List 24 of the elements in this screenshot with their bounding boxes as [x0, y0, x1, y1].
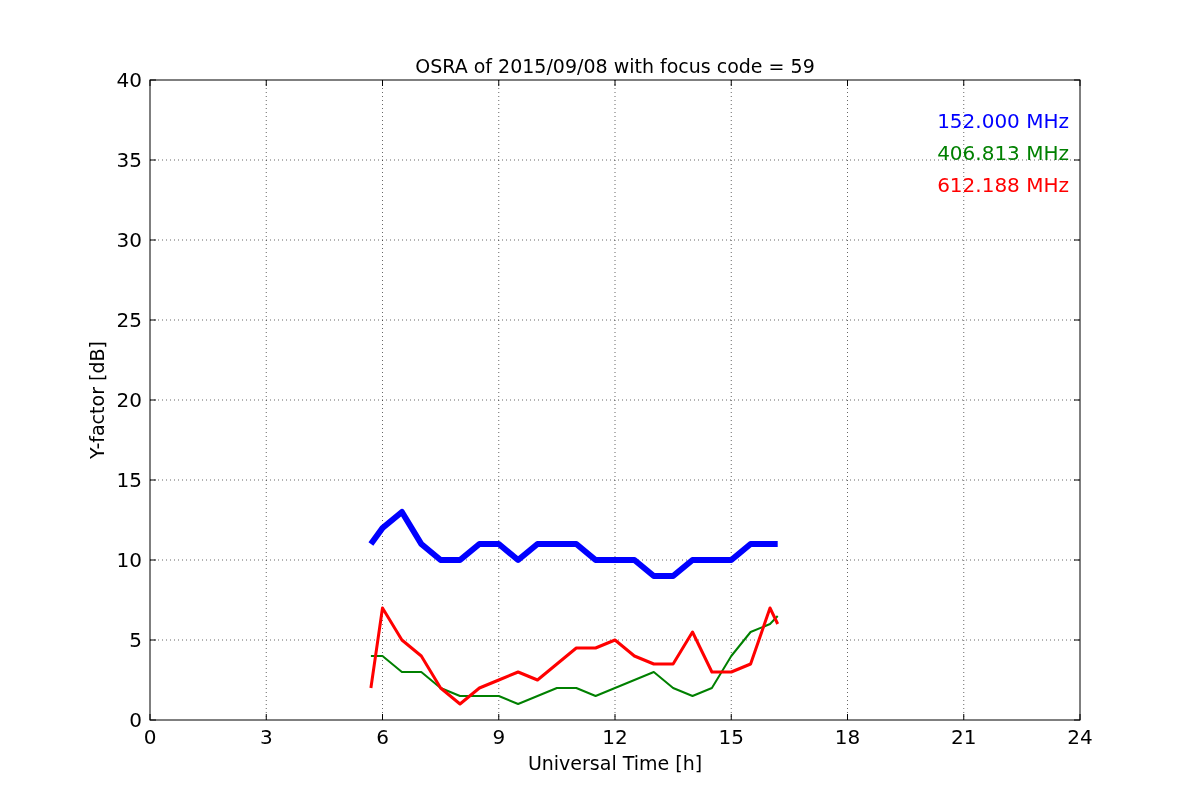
tick-label: 0	[129, 708, 142, 732]
tick-label: 20	[116, 388, 142, 412]
tick-label: 35	[116, 148, 142, 172]
tick-label: 24	[1067, 725, 1093, 749]
tick-label: 5	[129, 628, 142, 652]
legend-label: 406.813 MHz	[937, 141, 1069, 165]
tick-label: 25	[116, 308, 142, 332]
tick-label: 15	[116, 468, 142, 492]
tick-label: 10	[116, 548, 142, 572]
legend-label: 152.000 MHz	[937, 109, 1069, 133]
legend-label: 612.188 MHz	[937, 173, 1069, 197]
tick-label: 30	[116, 228, 142, 252]
tick-label: 3	[259, 725, 273, 749]
tick-label: 0	[143, 725, 157, 749]
axis-label: Universal Time [h]	[527, 752, 703, 774]
axis-label: Y-factor [dB]	[86, 341, 108, 459]
tick-label: 18	[834, 725, 861, 749]
chart-title: OSRA of 2015/09/08 with focus code = 59	[415, 55, 815, 77]
tick-label: 6	[376, 725, 389, 749]
tick-label: 21	[951, 725, 977, 749]
tick-label: 40	[116, 68, 142, 92]
tick-label: 9	[492, 725, 506, 749]
tick-label: 12	[602, 725, 628, 749]
tick-label: 15	[718, 725, 744, 749]
